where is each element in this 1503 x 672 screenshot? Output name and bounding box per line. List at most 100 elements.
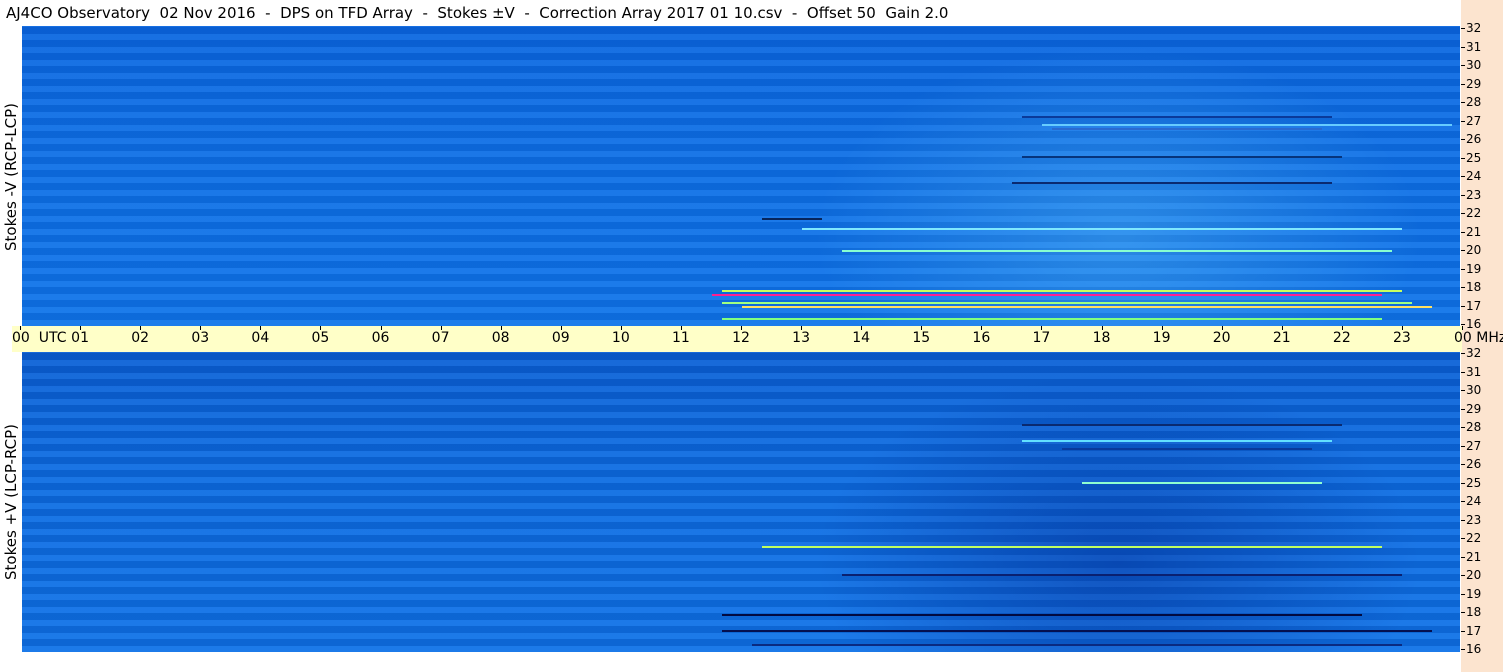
bottom-frequency-tick-label: 19 [1466, 587, 1482, 601]
time-tick-label: 12 [732, 330, 750, 346]
time-tick-label: 00 UTC [12, 330, 67, 346]
top-frequency-tick-label: 28 [1466, 95, 1482, 109]
top-frequency-tick-label: 21 [1466, 225, 1482, 239]
spectral-streak [802, 228, 1402, 230]
spectrogram-top-panel [22, 26, 1460, 326]
bottom-frequency-tick-label: 16 [1466, 642, 1482, 656]
bottom-frequency-tick-label: 23 [1466, 513, 1482, 527]
top-frequency-tick-label: 27 [1466, 114, 1482, 128]
frequency-tick-mark [1461, 409, 1465, 410]
top-frequency-tick-label: 25 [1466, 151, 1482, 165]
time-tick-label: 04 [251, 330, 270, 346]
spectral-streak [1052, 128, 1322, 130]
frequency-tick-mark [1461, 612, 1465, 613]
bottom-frequency-tick-label: 22 [1466, 531, 1482, 545]
top-frequency-tick-label: 29 [1466, 77, 1482, 91]
time-tick-label: 01 [71, 330, 89, 346]
frequency-tick-mark [1461, 390, 1465, 391]
spectral-streak [842, 574, 1402, 576]
bottom-frequency-tick-label: 29 [1466, 402, 1482, 416]
frequency-tick-mark [1461, 213, 1465, 214]
spectral-streak [752, 644, 1402, 646]
top-frequency-tick-label: 18 [1466, 280, 1482, 294]
time-tick-label: 16 [972, 330, 991, 346]
top-frequency-tick-label: 16 [1466, 317, 1482, 331]
bottom-frequency-tick-label: 17 [1466, 624, 1482, 638]
bottom-panel-label-text: Stokes +V (LCP-RCP) [2, 424, 20, 580]
time-tick-label: 07 [431, 330, 450, 346]
frequency-tick-mark [1461, 139, 1465, 140]
time-tick-label: 17 [1032, 330, 1051, 346]
spectral-streak [842, 250, 1392, 252]
frequency-tick-mark [1461, 47, 1465, 48]
time-tick-label: 23 [1392, 330, 1411, 346]
spectral-streak [722, 290, 1402, 292]
top-frequency-tick-label: 19 [1466, 262, 1482, 276]
spectral-streak [722, 318, 1382, 320]
frequency-tick-mark [1461, 306, 1465, 307]
frequency-tick-mark [1461, 353, 1465, 354]
frequency-tick-mark [1461, 501, 1465, 502]
bottom-frequency-tick-label: 30 [1466, 383, 1482, 397]
time-tick-label: 20 [1212, 330, 1231, 346]
frequency-tick-mark [1461, 557, 1465, 558]
frequency-tick-mark [1461, 538, 1465, 539]
time-tick-label: 03 [191, 330, 210, 346]
spectral-streak [712, 294, 1382, 296]
bottom-frequency-tick-label: 20 [1466, 568, 1482, 582]
frequency-tick-mark [1461, 372, 1465, 373]
time-tick-label: 11 [671, 330, 690, 346]
time-tick-label: 00 MHz [1454, 330, 1503, 346]
frequency-tick-mark [1461, 65, 1465, 66]
spectral-streak [722, 630, 1432, 632]
frequency-tick-mark [1461, 649, 1465, 650]
chart-title: AJ4CO Observatory 02 Nov 2016 - DPS on T… [6, 4, 949, 22]
top-frequency-tick-label: 26 [1466, 132, 1482, 146]
frequency-tick-mark [1461, 84, 1465, 85]
frequency-tick-mark [1461, 250, 1465, 251]
time-tick-label: 09 [551, 330, 570, 346]
top-frequency-tick-label: 30 [1466, 58, 1482, 72]
time-axis-bar: 00 UTC 01 02 03 04 05 06 07 08 09 10 11 12 13 14 15 16 17… [12, 326, 1503, 352]
frequency-tick-mark [1461, 324, 1465, 325]
spectral-streak [762, 218, 822, 220]
bottom-frequency-tick-label: 28 [1466, 420, 1482, 434]
time-tick-label: 05 [311, 330, 330, 346]
time-tick-label: 10 [611, 330, 630, 346]
spectral-streak [742, 306, 1432, 308]
frequency-tick-mark [1461, 121, 1465, 122]
top-frequency-tick-label: 20 [1466, 243, 1482, 257]
time-tick-label: 21 [1272, 330, 1291, 346]
top-panel-label: Stokes -V (RCP-LCP) [0, 28, 22, 326]
spectral-streak [1082, 482, 1322, 484]
bottom-frequency-tick-label: 26 [1466, 457, 1482, 471]
spectral-streak [722, 302, 1412, 304]
top-frequency-tick-label: 23 [1466, 188, 1482, 202]
spectral-streak [722, 614, 1362, 616]
top-frequency-tick-label: 17 [1466, 299, 1482, 313]
top-frequency-tick-label: 31 [1466, 40, 1482, 54]
frequency-tick-mark [1461, 102, 1465, 103]
spectral-streak [1012, 182, 1332, 184]
time-tick-label: 14 [852, 330, 871, 346]
time-tick-label: 15 [912, 330, 931, 346]
frequency-tick-mark [1461, 158, 1465, 159]
spectral-streak [1022, 156, 1342, 158]
spectral-streak [1062, 448, 1312, 450]
time-tick-label: 06 [371, 330, 390, 346]
top-frequency-tick-label: 24 [1466, 169, 1482, 183]
frequency-tick-mark [1461, 446, 1465, 447]
spectral-streak [1022, 440, 1332, 442]
spectral-streak [1042, 124, 1452, 126]
time-tick-label: 08 [491, 330, 510, 346]
frequency-tick-mark [1461, 427, 1465, 428]
frequency-tick-mark [1461, 594, 1465, 595]
top-frequency-tick-label: 32 [1466, 21, 1482, 35]
top-panel-label-text: Stokes -V (RCP-LCP) [2, 103, 20, 251]
bottom-frequency-tick-label: 31 [1466, 365, 1482, 379]
frequency-tick-mark [1461, 464, 1465, 465]
frequency-tick-mark [1461, 575, 1465, 576]
frequency-tick-mark [1461, 269, 1465, 270]
time-tick-label: 18 [1092, 330, 1111, 346]
time-tick-label: 02 [131, 330, 150, 346]
